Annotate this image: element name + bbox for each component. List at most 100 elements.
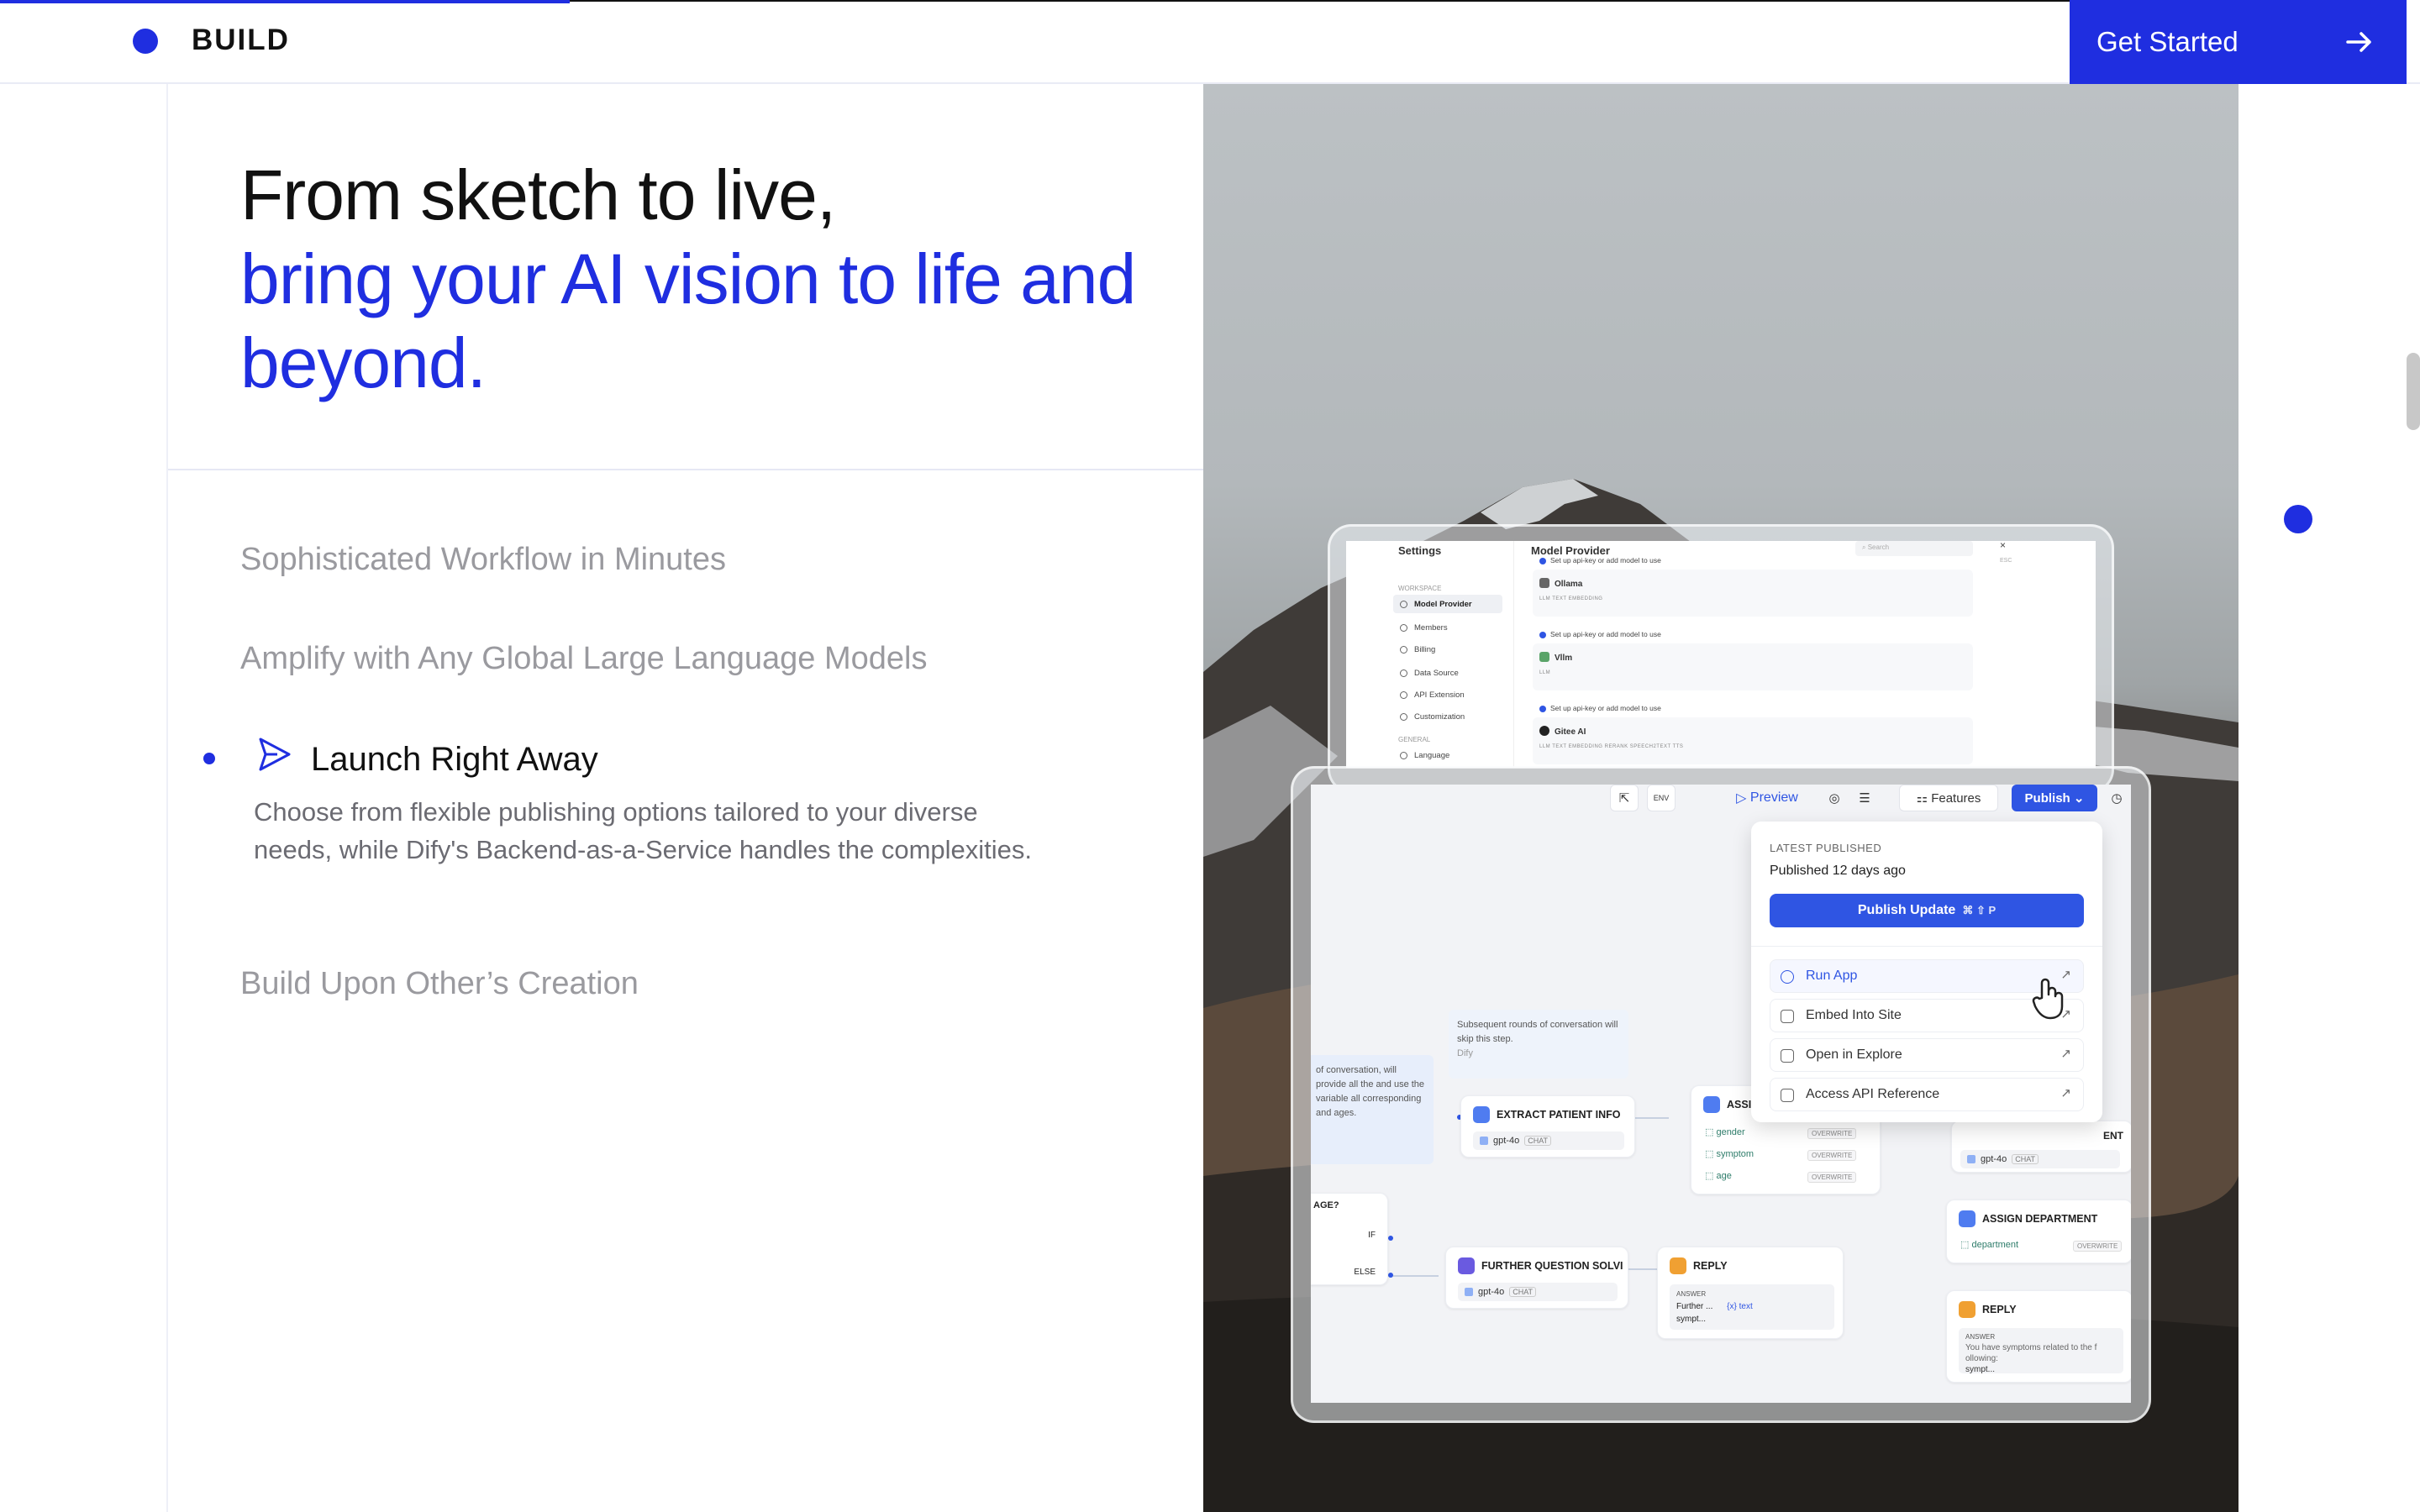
node-title: ASSI [1727,1099,1752,1110]
sidebar-item-billing[interactable]: Billing [1393,640,1502,659]
provider-tags: LLM TEXT EMBEDDING [1539,596,1603,601]
nav-title: BUILD [192,24,290,56]
scroll-progress-bar [0,0,570,3]
sidebar-item-label: Customization [1414,711,1465,722]
sidebar-item-customization[interactable]: Customization [1393,707,1502,726]
node-ent[interactable]: ENT gpt-4o CHAT [1951,1121,2131,1173]
model-name: gpt-4o [1493,1136,1520,1146]
terminal-icon [1781,1089,1794,1102]
features-label: Features [1931,790,1981,806]
access-api-reference-item[interactable]: Access API Reference ↗ [1770,1078,2084,1111]
overwrite-chip: OVERWRITE [1807,1150,1857,1161]
note-text: Subsequent rounds of conversation will s… [1457,1020,1618,1044]
variable-name: age [1716,1171,1732,1181]
model-icon [1480,1137,1488,1145]
sidebar-item-api-extension[interactable]: API Extension [1393,685,1502,704]
setup-note-text: Set up api-key or add model to use [1550,630,1661,638]
feature-description: Choose from flexible publishing options … [254,797,1033,864]
chat-chip: CHAT [2012,1154,2039,1164]
provider-card-ollama[interactable]: Ollama LLM TEXT EMBEDDING [1533,570,1973,617]
if-else-node[interactable]: AGE? IF ELSE [1311,1193,1388,1285]
share-icon[interactable]: ⇱ [1610,785,1639,811]
open-in-explore-item[interactable]: Open in Explore ↗ [1770,1038,2084,1072]
provider-name: Ollama [1555,580,1583,589]
info-icon [1539,705,1546,712]
search-input[interactable]: ⌕ Search [1855,541,1973,556]
node-reply[interactable]: REPLY ANSWER Further ... {x} text sympt.… [1657,1247,1844,1339]
sidebar-item-language[interactable]: Language [1393,746,1502,764]
node-title: FURTHER QUESTION SOLVI [1481,1260,1623,1272]
top-nav: BUILD Get Started [0,0,2420,84]
answer-label: ANSWER [1676,1290,1707,1298]
node-assign-department[interactable]: ASSIGN DEPARTMENT ⬚ department OVERWRITE [1946,1200,2131,1263]
answer-text: Further ... [1676,1302,1713,1311]
provider-name: Vllm [1555,654,1573,663]
edge [1630,1117,1669,1119]
publish-label: Publish [2024,790,2070,806]
workflow-window: ⇱ ENV ▷ Preview ◎ ☰ ⚏ Features Publish ⌄… [1311,785,2131,1403]
provider-card-vllm[interactable]: Vllm LLM [1533,643,1973,690]
feature-item-launch[interactable]: Launch Right Away [311,741,598,779]
sidebar-item-label: Model Provider [1414,599,1472,609]
reply-icon [1959,1301,1975,1318]
section-dot-indicator[interactable] [2284,505,2312,533]
external-link-icon: ↗ [2060,1047,2071,1061]
publish-button[interactable]: Publish ⌄ [2012,785,2097,811]
section-label: WORKSPACE [1398,585,1442,592]
list-icon[interactable]: ☰ [1850,785,1879,811]
get-started-button[interactable]: Get Started [2070,0,2407,84]
provider-card-gitee[interactable]: Gitee AI LLM TEXT EMBEDDING RERANK SPEEC… [1533,717,1973,764]
node-further-question[interactable]: FURTHER QUESTION SOLVI gpt-4o CHAT [1445,1247,1628,1309]
menu-item-label: Access API Reference [1806,1087,1940,1101]
play-circle-icon [1781,970,1794,984]
checklist-icon[interactable]: ◎ [1820,785,1849,811]
preview-button[interactable]: ▷ Preview [1721,785,1813,811]
node-title: REPLY [1982,1304,2017,1315]
chat-chip: CHAT [1509,1287,1537,1297]
latest-published-label: LATEST PUBLISHED [1770,842,1882,854]
note-card[interactable]: of conversation, will provide all the an… [1311,1055,1434,1164]
env-button[interactable]: ENV [1647,785,1676,811]
history-icon[interactable]: ◷ [2104,785,2129,811]
hand-cursor-icon [2032,978,2064,1020]
preview-label: Preview [1749,790,1798,805]
note-card[interactable]: Subsequent rounds of conversation will s… [1449,1010,1628,1079]
model-name: gpt-4o [1478,1287,1505,1297]
port-dot[interactable] [1388,1273,1393,1278]
node-title: EXTRACT PATIENT INFO [1497,1109,1621,1121]
menu-item-label: Run App [1806,969,1858,983]
model-name: gpt-4o [1981,1154,2007,1164]
chevron-down-icon: ⌄ [2070,791,2085,806]
section-label: GENERAL [1398,736,1431,743]
variable-symptom: ⬚ symptom [1705,1149,1754,1159]
feature-item-workflow[interactable]: Sophisticated Workflow in Minutes [240,542,726,578]
settings-window: Settings WORKSPACE Model Provider Member… [1346,541,2096,768]
sidebar-item-members[interactable]: Members [1393,618,1502,637]
note-text: of conversation, will provide all the an… [1316,1065,1425,1118]
close-icon[interactable]: × [2000,541,2006,551]
node-title: ENT [2103,1130,2123,1142]
reply-answer: ANSWER You have symptoms related to the … [1959,1328,2123,1374]
features-button[interactable]: ⚏ Features [1899,785,1998,811]
info-icon [1539,631,1546,638]
external-link-icon: ↗ [2060,1086,2071,1100]
node-reply-2[interactable]: REPLY ANSWER You have symptoms related t… [1946,1290,2131,1383]
ollama-logo-icon [1539,578,1549,588]
setup-note: Set up api-key or add model to use [1539,630,1661,638]
keyboard-shortcut: ⌘ ⇧ P [1962,904,1996,916]
port-dot[interactable] [1388,1236,1393,1241]
condition-label: AGE? [1313,1200,1339,1210]
settings-title: Settings [1398,544,1442,557]
feature-item-build-upon[interactable]: Build Upon Other’s Creation [240,966,639,1002]
settings-sidebar: Settings WORKSPACE Model Provider Member… [1346,541,1514,768]
members-icon [1400,623,1407,632]
variable-age: ⬚ age [1705,1171,1732,1181]
feature-item-llm[interactable]: Amplify with Any Global Large Language M… [240,641,927,677]
publish-update-button[interactable]: Publish Update ⌘ ⇧ P [1770,894,2084,927]
database-icon [1400,669,1407,677]
sidebar-item-data-source[interactable]: Data Source [1393,664,1502,682]
node-extract-patient-info[interactable]: EXTRACT PATIENT INFO gpt-4o CHAT [1460,1095,1635,1158]
scrollbar-thumb[interactable] [2407,353,2420,430]
sidebar-item-model-provider[interactable]: Model Provider [1393,595,1502,613]
hero-heading-line2: bring your AI vision to life and [240,239,1136,318]
